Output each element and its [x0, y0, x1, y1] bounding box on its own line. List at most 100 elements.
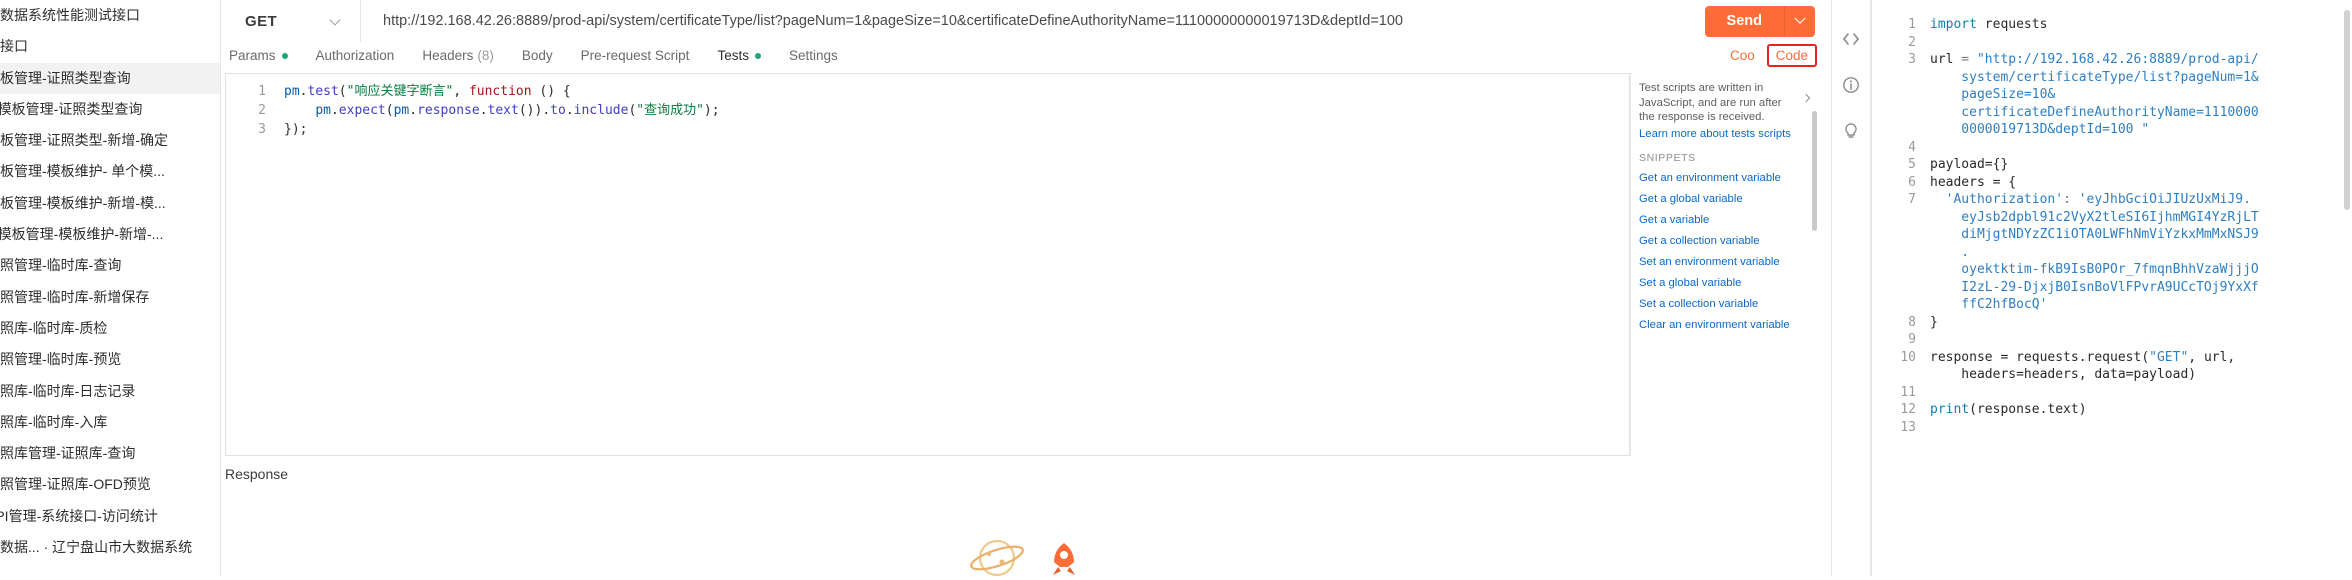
tab-modified-dot — [281, 52, 288, 59]
sidebar-item[interactable]: 1 模板管理-证照类型查询 — [0, 94, 220, 125]
sidebar-item[interactable]: 证照管理-临时库-查询 — [0, 250, 220, 281]
tab-label: Headers — [422, 48, 474, 63]
line-content: system/certificateType/list?pageNum=1& — [1930, 69, 2352, 87]
sidebar-item[interactable]: 模板管理-证照类型-新增-确定 — [0, 125, 220, 156]
code-panel-line: 7 'Authorization': 'eyJhbGciOiJIUzUxMiJ9… — [1872, 191, 2352, 209]
send-options-chevron-down-icon[interactable] — [1784, 5, 1815, 37]
line-number: 9 — [1908, 332, 1916, 347]
sidebar-item-label: 证照管理-临时库-预览 — [0, 351, 122, 368]
tab-tests[interactable]: Tests — [717, 48, 761, 63]
code-panel-line: oyektktim-fkB9IsB0POr_7fmqnBhhVzaWjjjO — [1872, 261, 2352, 279]
sidebar-item[interactable]: 大数据... · 辽宁盘山市大数据系统 — [0, 532, 220, 563]
token: (response.text) — [1969, 402, 2087, 417]
tests-code-editor[interactable]: 1 pm.test("响应关键字断言", function () {2 pm.ex… — [225, 73, 1630, 456]
snippet-item[interactable]: Set a collection variable — [1631, 294, 1817, 315]
line-content: diMjgtNDYzZC1iOTA0LWFhNmViYzkxMmMxNSJ9 — [1930, 226, 2352, 244]
token: pm — [284, 84, 300, 99]
sidebar-item-label: 大数据... · 辽宁盘山市大数据系统 — [0, 539, 193, 556]
token: headers=headers, data=payload) — [1930, 367, 2197, 382]
line-content: certificateDefineAuthorityName=1110000 — [1930, 104, 2352, 122]
sidebar-item[interactable]: 证照管理-证照库-OFD预览 — [0, 469, 220, 500]
tab-pre-request-script[interactable]: Pre-request Script — [581, 48, 690, 63]
sidebar-item[interactable]: 证照库-临时库-日志记录 — [0, 376, 220, 407]
lightbulb-icon[interactable] — [1840, 120, 1862, 142]
token: 'Authorization' — [1930, 192, 2064, 207]
line-content: 0000019713D&deptId=100 " — [1930, 121, 2352, 139]
line-number: 3 — [1908, 52, 1916, 67]
sidebar-item-label: 能接口 — [0, 38, 28, 55]
code-line: 2 pm.expect(pm.response.text()).to.inclu… — [226, 101, 1629, 120]
snippets-scrollbar[interactable] — [1812, 111, 1817, 231]
sidebar-item-label: 模板管理-模板维护-新增-模... — [0, 194, 166, 211]
code-panel-line: 12 print(response.text) — [1872, 401, 2352, 419]
tab-label: Body — [521, 48, 553, 63]
sidebar-item[interactable]: API管理-系统接口-访问统计 — [0, 501, 220, 532]
sidebar-item[interactable]: 证照管理-临时库-新增保存 — [0, 282, 220, 313]
sidebar-item-label: API管理-系统接口-访问统计 — [0, 507, 158, 524]
sidebar-item[interactable]: 能接口 — [0, 31, 220, 62]
snippet-item[interactable]: Set a global variable — [1631, 273, 1817, 294]
line-number: 12 — [1900, 402, 1916, 417]
sidebar-item[interactable]: 证照库-临时库-入库 — [0, 407, 220, 438]
code-panel-line: 9 — [1872, 331, 2352, 349]
tab-label: Tests — [717, 48, 749, 63]
sidebar-item[interactable]: 4 模板管理-模板维护-新增-... — [0, 219, 220, 250]
code-panel-line: . — [1872, 244, 2352, 262]
line-number — [1872, 296, 1930, 314]
request-tabs: Params Authorization Headers (8) Body Pre-req… — [221, 42, 1831, 69]
token: oyektktim-fkB9IsB0POr_7fmqnBhhVzaWjjjO — [1930, 262, 2259, 277]
snippets-panel: Test scripts are written in JavaScript, … — [1630, 73, 1817, 456]
token: ); — [703, 103, 720, 118]
tab-authorization[interactable]: Authorization — [316, 48, 395, 63]
request-url-input[interactable]: http://192.168.42.26:8889/prod-api/syste… — [361, 0, 1705, 42]
code-panel-scrollbar[interactable] — [2344, 10, 2350, 210]
code-panel-line: 11 — [1872, 384, 2352, 402]
line-number — [1872, 121, 1930, 139]
sidebar-item-label: 证照库-临时库-日志记录 — [0, 382, 136, 399]
line-number: 3 — [258, 122, 266, 137]
tab-body[interactable]: Body — [522, 48, 553, 63]
sidebar-item[interactable]: 模板管理-证照类型查询 — [0, 62, 220, 94]
cookies-link[interactable]: Coo — [1730, 48, 1755, 63]
sidebar[interactable]: 大数据系统性能测试接口能接口模板管理-证照类型查询 1 模板管理-证照类型查询模板… — [0, 0, 221, 576]
tab-params[interactable]: Params — [229, 48, 288, 63]
code-button[interactable]: Code — [1766, 44, 1817, 67]
snippet-item[interactable]: Get a collection variable — [1631, 231, 1817, 252]
snippet-item[interactable]: Get an environment variable — [1631, 168, 1817, 189]
tab-headers[interactable]: Headers (8) — [422, 48, 494, 63]
line-number — [1872, 226, 1930, 244]
sidebar-item-label: 4 模板管理-模板维护-新增-... — [0, 226, 164, 243]
code-panel-line: 1 import requests — [1872, 16, 2352, 34]
code-brackets-icon[interactable] — [1840, 28, 1862, 50]
send-button[interactable]: Send — [1704, 5, 1784, 37]
line-content — [1930, 139, 2352, 157]
learn-more-link[interactable]: Learn more about tests scripts — [1631, 125, 1817, 140]
sidebar-item[interactable]: 证照管理-临时库-预览 — [0, 344, 220, 375]
sidebar-item[interactable]: 证照库-临时库-质检 — [0, 313, 220, 344]
snippet-item[interactable]: Get a global variable — [1631, 189, 1817, 210]
token: ( — [385, 103, 394, 118]
line-content — [1930, 419, 2352, 437]
sidebar-item[interactable]: 大数据系统性能测试接口 — [0, 0, 220, 31]
http-method-selector[interactable]: GET — [221, 0, 361, 42]
code-panel-line: 8} — [1872, 314, 2352, 332]
info-circle-icon[interactable] — [1840, 74, 1862, 96]
line-content: url = "http://192.168.42.26:8889/prod-ap… — [1930, 51, 2352, 69]
code-panel-line: 4 — [1872, 139, 2352, 157]
tab-settings[interactable]: Settings — [789, 48, 838, 63]
sidebar-item[interactable]: 模板管理-模板维护-新增-模... — [0, 188, 220, 219]
line-content: pm.expect(pm.response.text()).to.include… — [284, 101, 720, 120]
token: pm — [315, 103, 331, 118]
snippet-item[interactable]: Clear an environment variable — [1631, 315, 1817, 336]
sidebar-item-label: 模板管理-证照类型-新增-确定 — [0, 132, 168, 149]
snippet-item[interactable]: Set an environment variable — [1631, 252, 1817, 273]
line-number: 10 — [1900, 349, 1916, 365]
sidebar-item[interactable]: 证照库管理-证照库-查询 — [0, 438, 220, 469]
token: pm — [393, 103, 410, 118]
sidebar-item[interactable]: 模板管理-模板维护- 单个模... — [0, 156, 220, 187]
snippet-item[interactable]: Get a variable — [1631, 210, 1817, 231]
token: , — [453, 84, 469, 99]
token: ffC2hfBocQ' — [1930, 297, 2048, 312]
postman-window: 大数据系统性能测试接口能接口模板管理-证照类型查询 1 模板管理-证照类型查询模板… — [0, 0, 2352, 577]
chevron-right-icon[interactable] — [1803, 95, 1813, 105]
